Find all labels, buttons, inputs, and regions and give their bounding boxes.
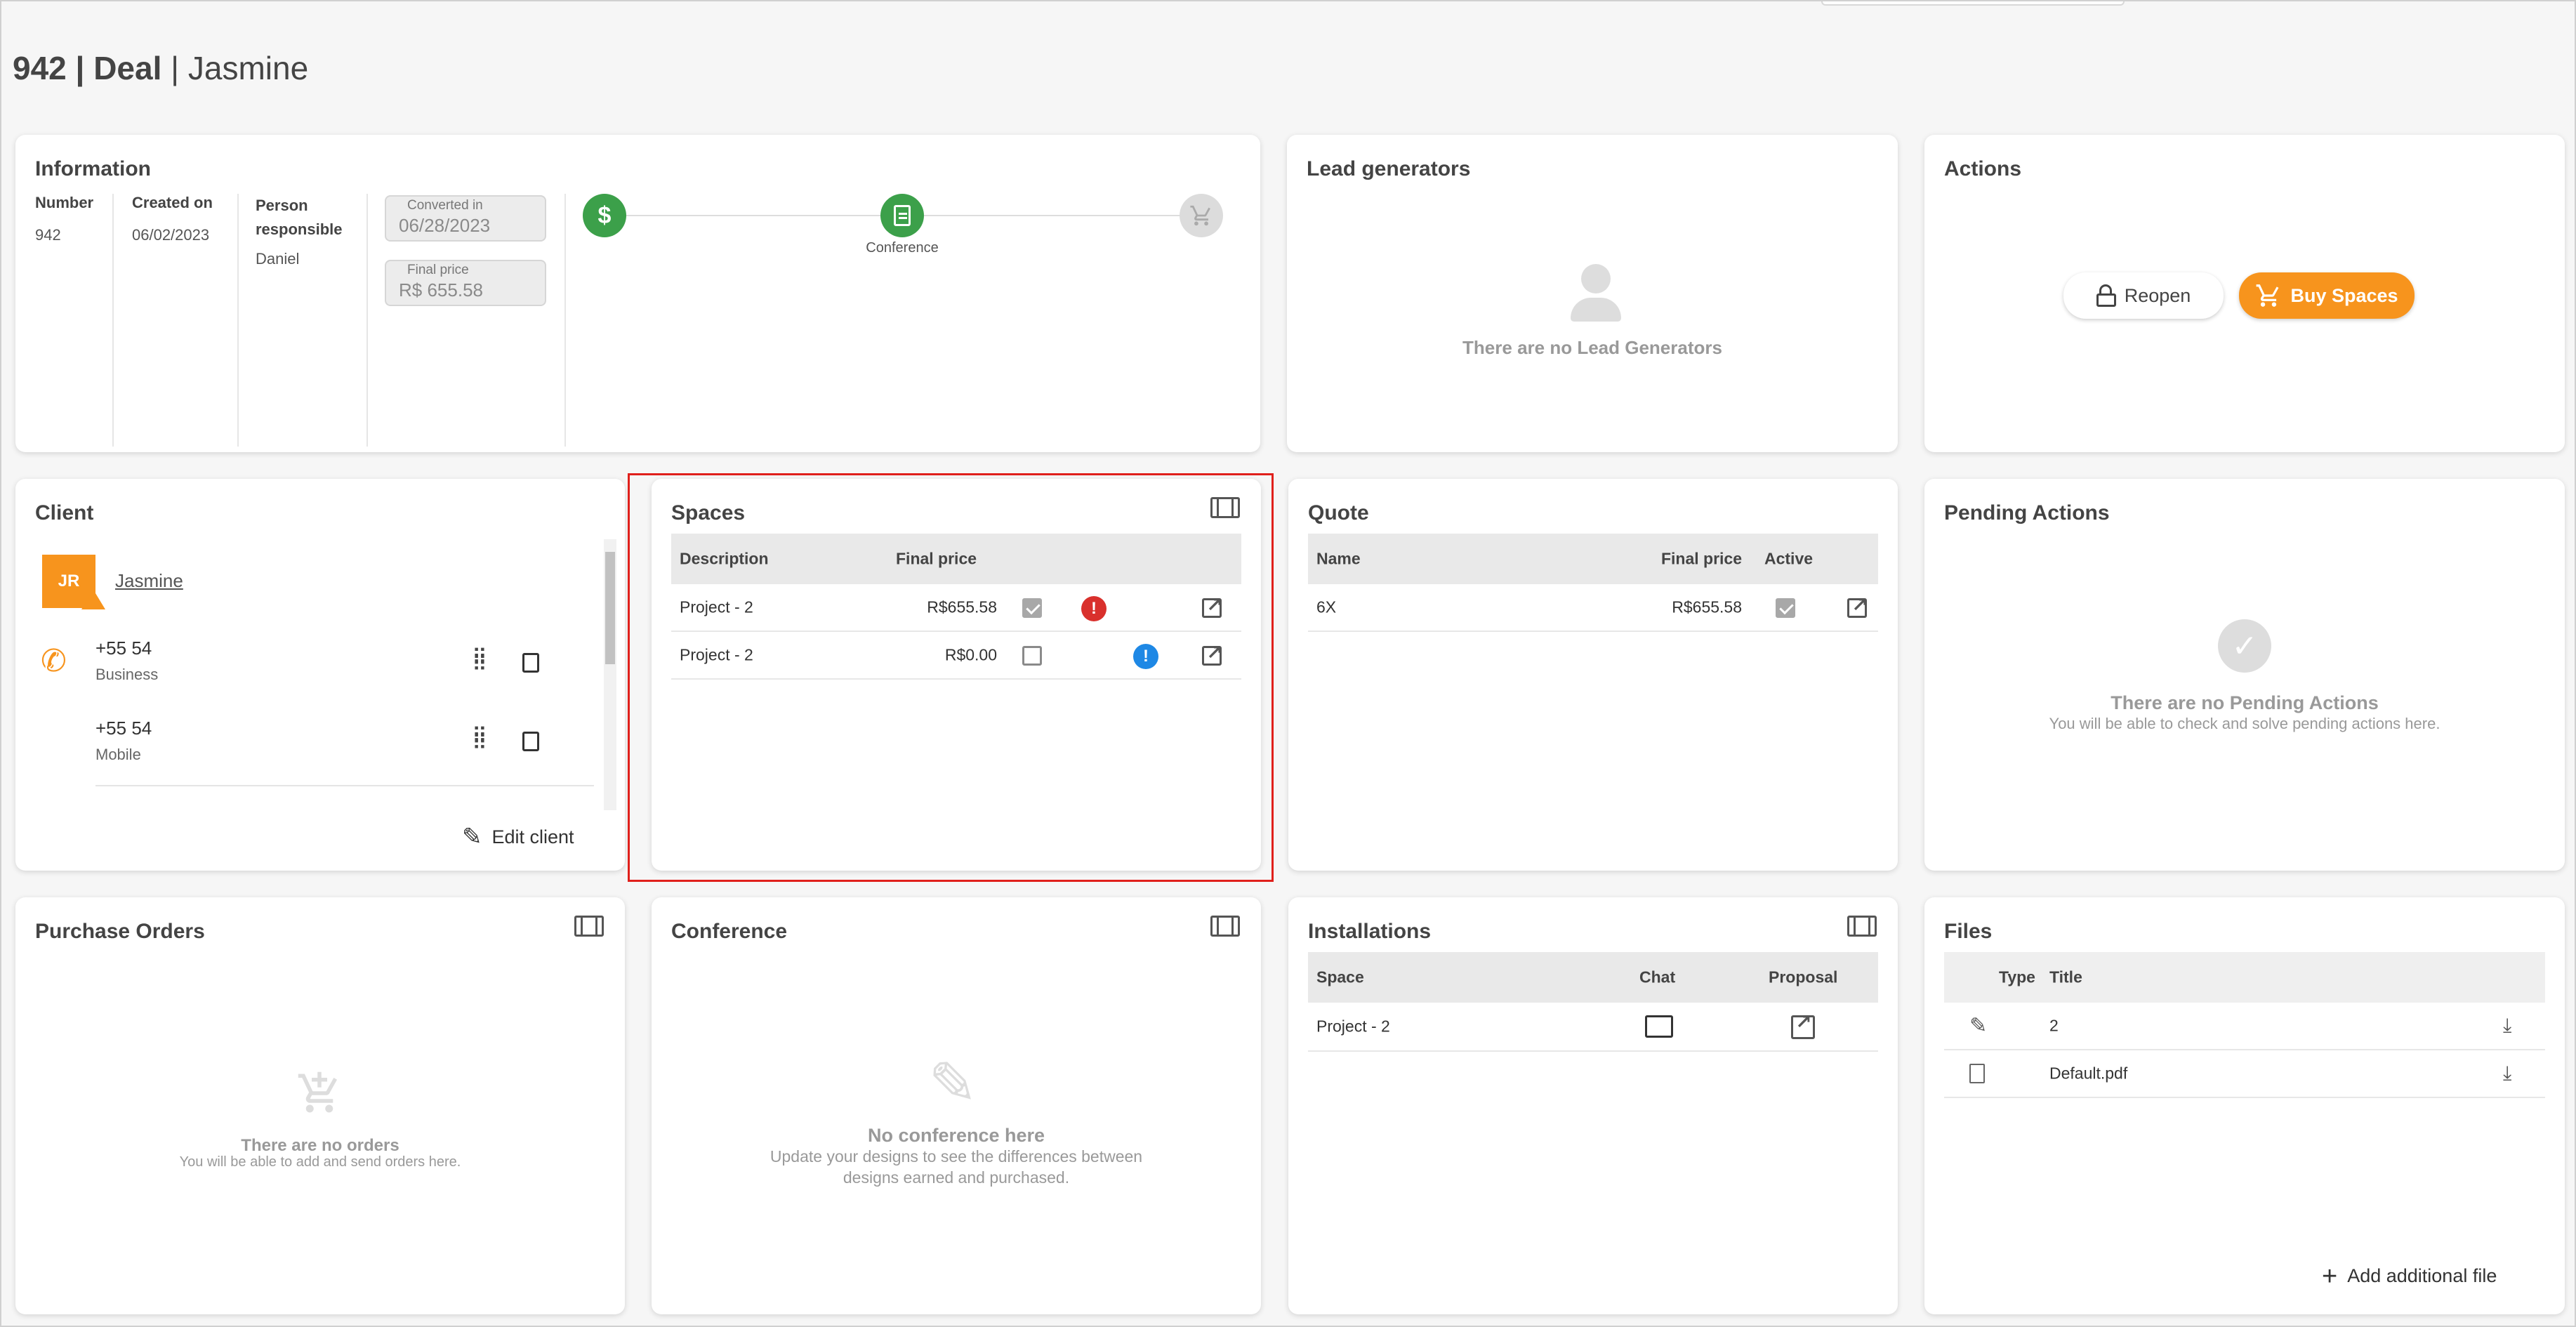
purchase-orders-card: Purchase Orders There are no orders You …: [15, 897, 625, 1314]
conference-card: Conference ✎ No conference here Update y…: [652, 897, 1261, 1314]
installations-table-header: Space Chat Proposal: [1308, 952, 1878, 1003]
table-row[interactable]: 6X R$655.58: [1308, 584, 1878, 632]
client-title: Client: [35, 501, 94, 524]
created-value: 06/02/2023: [132, 226, 210, 244]
information-title: Information: [35, 157, 151, 180]
person-placeholder-icon: [1571, 264, 1621, 322]
quote-table-header: Name Final price Active: [1308, 534, 1878, 584]
dialpad-icon[interactable]: ⠿ ⠿: [472, 647, 487, 675]
deal-label: Deal: [93, 50, 162, 86]
pdf-file-icon: [1969, 1064, 1985, 1083]
installations-card: Installations Space Chat Proposal Projec…: [1288, 897, 1898, 1314]
warning-icon: [81, 590, 105, 609]
actions-card: Actions Reopen Buy Spaces: [1924, 135, 2565, 452]
lead-generators-title: Lead generators: [1307, 157, 1471, 180]
lead-generators-card: Lead generators There are no Lead Genera…: [1287, 135, 1898, 452]
client-card: Client JR Jasmine ✆ +55 54 Business ⠿ ⠿ +…: [15, 479, 625, 871]
deal-page: 942 | Deal | Jasmine Information Number …: [0, 0, 2576, 1327]
orders-empty-title: There are no orders: [241, 1136, 399, 1155]
number-label: Number: [35, 194, 94, 211]
stage-label-conference: Conference: [866, 240, 939, 256]
divider: [564, 194, 566, 447]
active-checkbox[interactable]: [1776, 598, 1795, 618]
divider: [95, 785, 594, 786]
quote-title: Quote: [1308, 501, 1369, 524]
phone-number: +55 54: [95, 638, 152, 659]
purchase-orders-title: Purchase Orders: [35, 920, 205, 943]
deal-number: 942: [13, 50, 67, 86]
highlight-frame: [628, 473, 1274, 882]
quote-card: Quote Name Final price Active 6X R$655.5…: [1288, 479, 1898, 871]
conference-empty-subtitle-1: Update your designs to see the differenc…: [770, 1147, 1143, 1166]
clipboard-stage-icon[interactable]: [880, 194, 924, 237]
reopen-button[interactable]: Reopen: [2063, 272, 2224, 319]
pencil-icon: ✎: [462, 824, 482, 850]
open-external-icon[interactable]: [1791, 1010, 1815, 1039]
pending-actions-title: Pending Actions: [1944, 501, 2110, 524]
design-tool-icon: ✎: [1969, 1014, 1988, 1038]
files-table-header: Type Title: [1944, 952, 2545, 1003]
dialpad-icon[interactable]: ⠿ ⠿: [472, 726, 487, 754]
chat-icon[interactable]: [1645, 1015, 1673, 1038]
table-row[interactable]: Default.pdf ⤓: [1944, 1050, 2545, 1098]
pending-empty-subtitle: You will be able to check and solve pend…: [2049, 715, 2440, 732]
plus-icon: +: [2322, 1261, 2338, 1291]
design-tools-icon: ✎: [928, 1050, 978, 1116]
open-external-icon[interactable]: [1847, 593, 1868, 618]
panel-toggle-icon[interactable]: [1847, 916, 1877, 937]
cart-icon: [2257, 284, 2279, 307]
pending-empty-title: There are no Pending Actions: [2111, 692, 2379, 713]
divider: [237, 194, 239, 447]
dollar-stage-icon[interactable]: $: [583, 194, 626, 237]
lead-generators-empty-text: There are no Lead Generators: [1462, 337, 1722, 358]
pending-actions-card: Pending Actions ✓ There are no Pending A…: [1924, 479, 2565, 871]
divider: [366, 194, 368, 447]
phone-number: +55 54: [95, 718, 152, 739]
installations-title: Installations: [1308, 920, 1432, 943]
person-responsible-label: Person responsible: [256, 197, 343, 238]
table-row[interactable]: ✎ 2 ⤓: [1944, 1003, 2545, 1050]
add-file-button[interactable]: + Add additional file: [2322, 1261, 2497, 1291]
phone-type: Business: [95, 666, 159, 683]
panel-toggle-icon[interactable]: [1210, 916, 1240, 937]
actions-title: Actions: [1944, 157, 2022, 180]
created-label: Created on: [132, 194, 213, 211]
information-card: Information Number 942 Created on 06/02/…: [15, 135, 1260, 452]
conference-title: Conference: [671, 920, 788, 943]
copy-icon[interactable]: [522, 732, 539, 751]
download-icon[interactable]: ⤓: [2503, 1062, 2511, 1085]
edit-client-button[interactable]: ✎ Edit client: [462, 823, 574, 851]
conference-empty-title: No conference here: [867, 1125, 1045, 1146]
client-name-link[interactable]: Jasmine: [115, 570, 183, 592]
copy-icon[interactable]: [522, 653, 539, 673]
table-row[interactable]: Project - 2: [1308, 1003, 1878, 1052]
client-scrollbar[interactable]: [604, 539, 616, 810]
number-value: 942: [35, 226, 61, 244]
unlock-icon: [2096, 284, 2116, 307]
page-title: 942 | Deal | Jasmine: [13, 50, 309, 86]
cart-add-icon: [295, 1070, 344, 1120]
panel-toggle-icon[interactable]: [574, 916, 604, 937]
cart-stage-icon[interactable]: [1180, 194, 1223, 237]
files-card: Files Type Title ✎ 2 ⤓ Default.pdf ⤓ + A…: [1924, 897, 2565, 1314]
top-tab-handle[interactable]: [1821, 1, 2125, 6]
conference-empty-subtitle-2: designs earned and purchased.: [843, 1168, 1070, 1187]
divider: [112, 194, 114, 447]
check-circle-icon: ✓: [2218, 619, 2271, 673]
final-price-field: Final price R$ 655.58: [385, 260, 546, 306]
person-responsible-value: Daniel: [256, 250, 300, 268]
converted-in-field: Converted in 06/28/2023: [385, 195, 546, 242]
orders-empty-subtitle: You will be able to add and send orders …: [179, 1154, 461, 1170]
phone-icon: ✆: [41, 644, 67, 678]
deal-client-name: Jasmine: [187, 50, 309, 86]
phone-type: Mobile: [95, 746, 141, 763]
download-icon[interactable]: ⤓: [2503, 1015, 2511, 1038]
buy-spaces-button[interactable]: Buy Spaces: [2239, 272, 2415, 319]
files-title: Files: [1944, 920, 1993, 943]
